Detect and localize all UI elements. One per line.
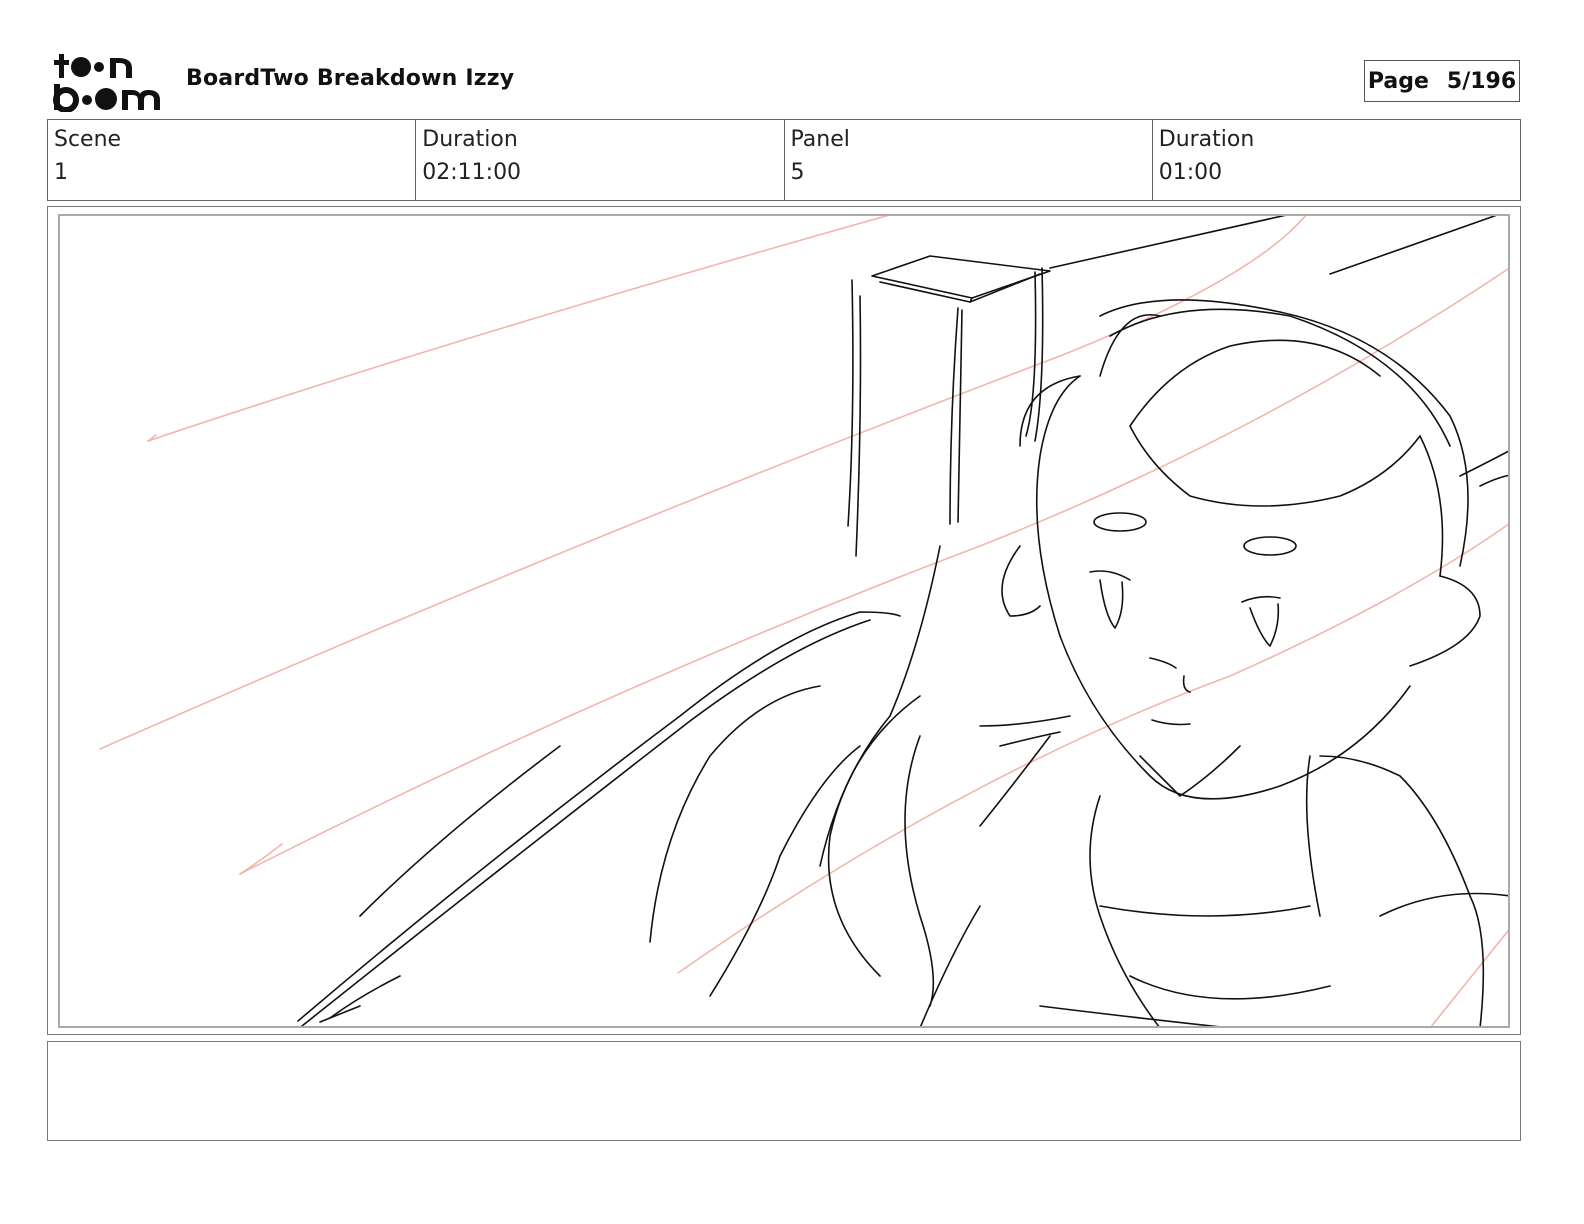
page-label: Page (1367, 68, 1429, 94)
panel-duration-cell: Duration 01:00 (1153, 120, 1520, 200)
scene-value: 1 (54, 160, 68, 185)
scene-label: Scene (54, 127, 122, 152)
panel-duration-value: 01:00 (1158, 160, 1223, 185)
panel-cell: Panel 5 (785, 120, 1153, 200)
panel-notes-box (47, 1041, 1521, 1141)
character-sketch (297, 216, 1508, 1026)
document-title: BoardTwo Breakdown Izzy (186, 66, 515, 91)
scene-info-table: Scene 1 Duration 02:11:00 Panel 5 Durati… (47, 119, 1521, 201)
toon-boom-logo (52, 52, 164, 113)
scene-duration-value: 02:11:00 (422, 160, 522, 185)
guide-lines (99, 216, 1508, 1026)
panel-value: 5 (790, 160, 805, 185)
scene-cell: Scene 1 (48, 120, 417, 200)
panel-duration-label: Duration (1158, 127, 1255, 152)
page-number: 5/196 (1446, 68, 1517, 94)
panel-drawing (58, 214, 1510, 1028)
page-indicator: Page 5/196 (1364, 60, 1520, 102)
panel-label: Panel (790, 127, 850, 152)
scene-duration-label: Duration (422, 127, 518, 152)
scene-duration-cell: Duration 02:11:00 (416, 120, 785, 200)
